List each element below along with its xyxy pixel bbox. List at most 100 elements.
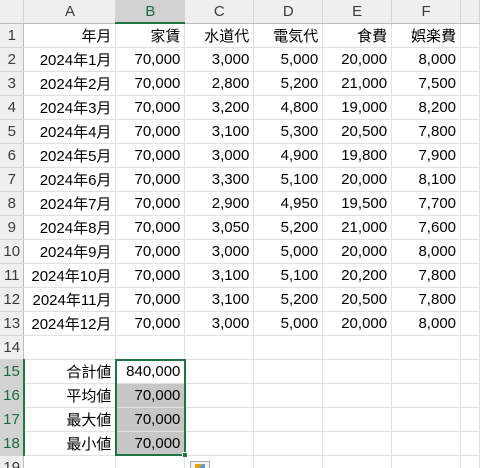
row-header[interactable]: 7 <box>0 167 25 192</box>
cell[interactable]: 70,000 <box>115 287 186 312</box>
row-header[interactable]: 6 <box>0 143 25 168</box>
cell[interactable] <box>460 335 480 360</box>
selected-cell[interactable]: 70,000 <box>115 431 186 456</box>
cell[interactable] <box>23 455 117 468</box>
cell[interactable] <box>460 311 480 336</box>
cell[interactable]: 8,000 <box>391 239 462 264</box>
row-header[interactable]: 3 <box>0 71 25 96</box>
column-header-c[interactable]: C <box>184 0 255 24</box>
cell[interactable] <box>460 239 480 264</box>
cell[interactable]: 3,300 <box>184 167 255 192</box>
cell[interactable]: 2024年4月 <box>23 119 117 144</box>
cell[interactable]: 21,000 <box>322 71 393 96</box>
summary-label[interactable]: 最大値 <box>23 407 117 432</box>
cell[interactable]: 5,200 <box>253 215 324 240</box>
cell[interactable] <box>391 359 462 384</box>
row-header[interactable]: 2 <box>0 47 25 72</box>
row-header[interactable]: 10 <box>0 239 25 264</box>
cell[interactable]: 70,000 <box>115 263 186 288</box>
cell[interactable]: 2,800 <box>184 71 255 96</box>
cell[interactable]: 8,100 <box>391 167 462 192</box>
cell[interactable] <box>460 215 480 240</box>
cell[interactable]: 2024年7月 <box>23 191 117 216</box>
cell[interactable]: 3,000 <box>184 47 255 72</box>
cell[interactable]: 8,000 <box>391 311 462 336</box>
cell[interactable]: 8,200 <box>391 95 462 120</box>
column-header-a[interactable]: A <box>23 0 117 24</box>
cell[interactable]: 7,600 <box>391 215 462 240</box>
row-header[interactable]: 14 <box>0 335 25 360</box>
cell[interactable] <box>184 383 255 408</box>
summary-label[interactable]: 平均値 <box>23 383 117 408</box>
cell-b1[interactable]: 家賃 <box>115 23 186 48</box>
cell[interactable] <box>115 455 186 468</box>
row-header[interactable]: 11 <box>0 263 25 288</box>
cell[interactable] <box>253 455 324 468</box>
cell[interactable]: 7,800 <box>391 263 462 288</box>
row-header[interactable]: 12 <box>0 287 25 312</box>
cell[interactable]: 5,200 <box>253 287 324 312</box>
cell[interactable]: 70,000 <box>115 239 186 264</box>
cell[interactable]: 19,800 <box>322 143 393 168</box>
cell[interactable] <box>460 143 480 168</box>
cell[interactable] <box>322 455 393 468</box>
row-header[interactable]: 18 <box>0 431 25 456</box>
column-header-f[interactable]: F <box>391 0 462 24</box>
cell[interactable]: 19,000 <box>322 95 393 120</box>
cell[interactable]: 70,000 <box>115 167 186 192</box>
cell[interactable]: 2024年8月 <box>23 215 117 240</box>
cell-d1[interactable]: 電気代 <box>253 23 324 48</box>
cell[interactable] <box>460 119 480 144</box>
cell[interactable] <box>322 431 393 456</box>
cell[interactable]: 5,100 <box>253 167 324 192</box>
cell[interactable]: 2024年2月 <box>23 71 117 96</box>
cell[interactable]: 20,500 <box>322 119 393 144</box>
column-header-e[interactable]: E <box>322 0 393 24</box>
cell[interactable]: 70,000 <box>115 95 186 120</box>
cell[interactable] <box>253 359 324 384</box>
cell[interactable]: 8,000 <box>391 47 462 72</box>
row-header[interactable]: 5 <box>0 119 25 144</box>
cell[interactable]: 70,000 <box>115 143 186 168</box>
cell[interactable]: 2,900 <box>184 191 255 216</box>
cell[interactable] <box>460 455 480 468</box>
cell[interactable] <box>391 455 462 468</box>
cell[interactable] <box>391 335 462 360</box>
cell[interactable] <box>460 431 480 456</box>
select-all-corner[interactable] <box>0 0 25 24</box>
row-header[interactable]: 4 <box>0 95 25 120</box>
row-header[interactable]: 19 <box>0 455 25 468</box>
cell[interactable] <box>184 407 255 432</box>
cell-e1[interactable]: 食費 <box>322 23 393 48</box>
cell[interactable]: 70,000 <box>115 47 186 72</box>
cell[interactable]: 3,000 <box>184 143 255 168</box>
active-cell[interactable]: 840,000 <box>115 359 186 384</box>
cell-c1[interactable]: 水道代 <box>184 23 255 48</box>
cell[interactable]: 3,000 <box>184 311 255 336</box>
cell[interactable]: 4,950 <box>253 191 324 216</box>
cell[interactable] <box>322 407 393 432</box>
cell[interactable]: 70,000 <box>115 119 186 144</box>
cell[interactable]: 20,200 <box>322 263 393 288</box>
row-header[interactable]: 17 <box>0 407 25 432</box>
cell[interactable]: 70,000 <box>115 71 186 96</box>
cell[interactable]: 3,200 <box>184 95 255 120</box>
selected-cell[interactable]: 70,000 <box>115 407 186 432</box>
row-header[interactable]: 1 <box>0 23 25 48</box>
cell[interactable]: 2024年12月 <box>23 311 117 336</box>
cell[interactable]: 2024年10月 <box>23 263 117 288</box>
cell[interactable] <box>391 383 462 408</box>
cell-g1[interactable] <box>460 23 480 48</box>
cell[interactable]: 5,000 <box>253 239 324 264</box>
fill-handle-icon[interactable] <box>182 452 188 458</box>
cell[interactable]: 7,500 <box>391 71 462 96</box>
cell[interactable]: 7,800 <box>391 119 462 144</box>
cell[interactable]: 70,000 <box>115 215 186 240</box>
cell[interactable]: 3,100 <box>184 287 255 312</box>
cell[interactable]: 7,800 <box>391 287 462 312</box>
cell[interactable] <box>184 359 255 384</box>
cell[interactable]: 20,000 <box>322 311 393 336</box>
cell[interactable] <box>115 335 186 360</box>
cell[interactable] <box>322 359 393 384</box>
cell[interactable] <box>460 359 480 384</box>
